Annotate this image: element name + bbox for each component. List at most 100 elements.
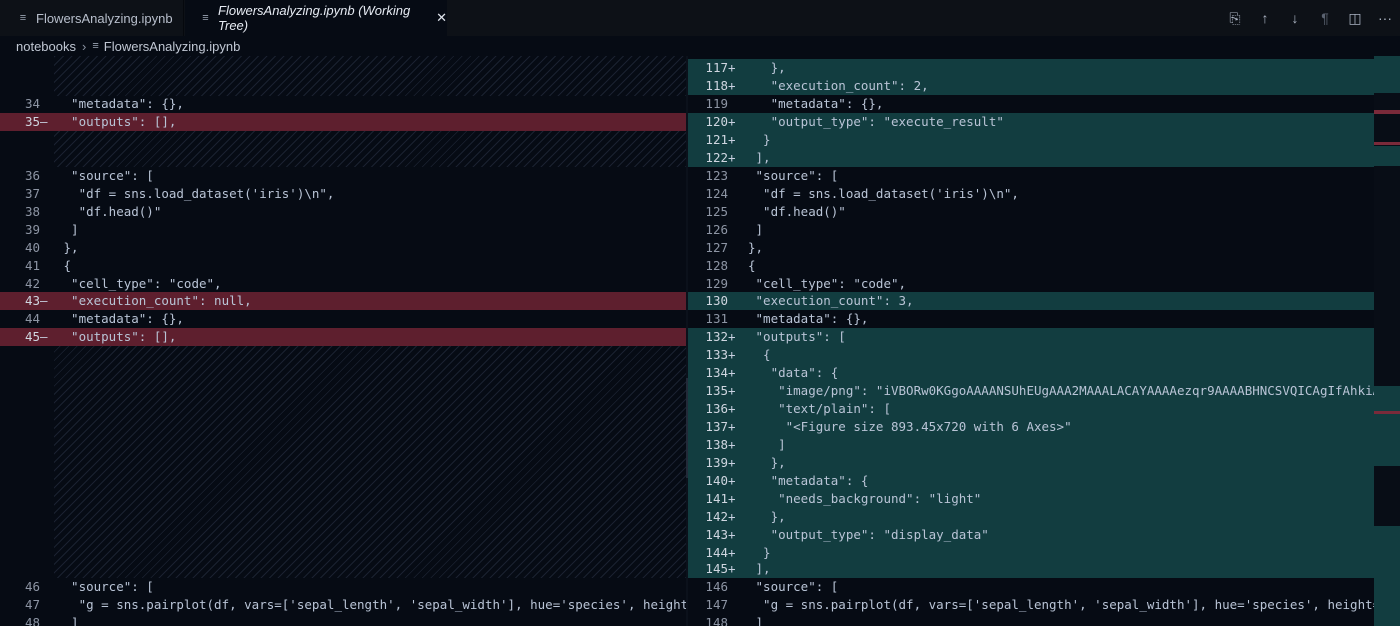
diff-filler	[54, 346, 686, 578]
line-code: },	[748, 455, 786, 470]
line-code: "output_type": "display_data"	[748, 527, 989, 542]
tab-original-file[interactable]: ≡ FlowersAnalyzing.ipynb	[0, 0, 184, 36]
inserted-marker: +	[728, 491, 736, 506]
diff-modified-pane[interactable]: 117 + }, 118 + "execution_count": 2, 119…	[688, 56, 1374, 626]
code-line-inserted: 122 + ],	[688, 149, 1374, 167]
line-code: {	[748, 347, 771, 362]
notebook-icon: ≡	[19, 12, 27, 24]
line-code: "execution_count": 2,	[748, 78, 929, 93]
more-actions-icon[interactable]: ···	[1370, 10, 1400, 26]
code-line: 48 ]	[0, 614, 686, 626]
breadcrumb-folder[interactable]: notebooks	[16, 39, 76, 54]
code-line: 131 "metadata": {},	[688, 310, 1374, 328]
line-number: 139	[705, 455, 728, 470]
code-line: 36 "source": [	[0, 167, 686, 185]
line-code: "g = sns.pairplot(df, vars=['sepal_lengt…	[56, 597, 686, 612]
inserted-marker: +	[728, 150, 736, 165]
code-line-inserted: 133 + {	[688, 346, 1374, 364]
line-code: {	[56, 258, 72, 273]
ruler-delete-mark	[1374, 142, 1400, 145]
code-line-inserted: 137 + "<Figure size 893.45x720 with 6 Ax…	[688, 418, 1374, 436]
close-icon[interactable]: ✕	[436, 10, 447, 26]
line-number: 120	[705, 114, 728, 129]
code-line-inserted: 134 + "data": {	[688, 364, 1374, 382]
code-line-inserted: 118 + "execution_count": 2,	[688, 77, 1374, 95]
line-number: 130	[705, 293, 728, 308]
line-code: "metadata": {},	[56, 96, 184, 111]
line-code: ]	[748, 615, 764, 626]
code-line: 123 "source": [	[688, 167, 1374, 185]
line-code: ]	[748, 437, 786, 452]
line-number: 126	[705, 222, 728, 237]
open-file-icon[interactable]: ⎘	[1220, 10, 1250, 27]
deleted-marker: —	[40, 114, 48, 129]
line-number: 45	[24, 329, 40, 344]
ruler-delete-mark	[1374, 110, 1400, 114]
line-number: 37	[24, 186, 40, 201]
line-code: "output_type": "execute_result"	[748, 114, 1004, 129]
inserted-marker: +	[728, 365, 736, 380]
line-number: 122	[705, 150, 728, 165]
line-number: 119	[705, 96, 728, 111]
line-code: "cell_type": "code",	[56, 276, 222, 291]
code-line-inserted: 141 + "needs_background": "light"	[688, 490, 1374, 508]
notebook-icon: ≡	[92, 40, 99, 52]
code-line-inserted: 121 + }	[688, 131, 1374, 149]
code-line-inserted: 143 + "output_type": "display_data"	[688, 526, 1374, 544]
code-line-inserted: 132 + "outputs": [	[688, 328, 1374, 346]
tab-working-tree[interactable]: ≡ FlowersAnalyzing.ipynb (Working Tree) …	[185, 0, 447, 36]
line-number: 135	[705, 383, 728, 398]
line-number: 127	[705, 240, 728, 255]
line-code: "metadata": {},	[56, 311, 184, 326]
line-code: "df.head()"	[748, 204, 846, 219]
line-code: ]	[56, 615, 79, 626]
code-line-inserted: 138 + ]	[688, 436, 1374, 454]
line-number: 131	[705, 311, 728, 326]
line-code: "source": [	[56, 168, 154, 183]
code-line: 34 "metadata": {},	[0, 95, 686, 113]
code-line-inserted: 145 + ],	[688, 560, 1374, 578]
inserted-marker: +	[728, 509, 736, 524]
line-number: 146	[705, 579, 728, 594]
chevron-right-icon: ›	[82, 38, 87, 54]
line-code: "source": [	[748, 168, 839, 183]
line-number: 118	[705, 78, 728, 93]
overview-ruler[interactable]	[1374, 56, 1400, 626]
code-line-deleted: 43 — "execution_count": null,	[0, 292, 686, 310]
line-number: 41	[24, 258, 40, 273]
code-line-deleted: 45 — "outputs": [],	[0, 328, 686, 346]
line-number: 34	[24, 96, 40, 111]
code-line-inserted: 136 + "text/plain": [	[688, 400, 1374, 418]
code-line: 147 "g = sns.pairplot(df, vars=['sepal_l…	[688, 596, 1374, 614]
next-change-icon[interactable]: ↓	[1280, 10, 1310, 26]
line-number: 46	[24, 579, 40, 594]
diff-original-pane[interactable]: 34 "metadata": {}, 35 — "outputs": [], 3…	[0, 56, 686, 626]
line-number: 125	[705, 204, 728, 219]
code-line-inserted: 135 + "image/png": "iVBORw0KGgoAAAANSUhE…	[688, 382, 1374, 400]
line-code: "image/png": "iVBORw0KGgoAAAANSUhEUgAAA2…	[748, 383, 1374, 398]
line-number: 141	[705, 491, 728, 506]
inserted-marker: +	[728, 114, 736, 129]
code-line: 38 "df.head()"	[0, 203, 686, 221]
line-number: 137	[705, 419, 728, 434]
line-code: "metadata": {},	[748, 96, 884, 111]
line-code: "outputs": [	[748, 329, 846, 344]
deleted-marker: —	[40, 293, 48, 308]
breadcrumb-file[interactable]: FlowersAnalyzing.ipynb	[104, 39, 241, 54]
line-number: 143	[705, 527, 728, 542]
code-line: 124 "df = sns.load_dataset('iris')\n",	[688, 185, 1374, 203]
ruler-insert-mark	[1374, 526, 1400, 626]
line-number: 134	[705, 365, 728, 380]
tab-bar: ≡ FlowersAnalyzing.ipynb ≡ FlowersAnalyz…	[0, 0, 1400, 36]
ruler-insert-mark	[1374, 56, 1400, 93]
line-number: 145	[705, 561, 728, 576]
line-number: 140	[705, 473, 728, 488]
previous-change-icon[interactable]: ↑	[1250, 10, 1280, 26]
line-code: "df = sns.load_dataset('iris')\n",	[56, 186, 335, 201]
line-number: 133	[705, 347, 728, 362]
line-code: ],	[748, 561, 771, 576]
whitespace-toggle-icon[interactable]: ¶	[1310, 10, 1340, 26]
line-number: 40	[24, 240, 40, 255]
line-number: 39	[24, 222, 40, 237]
split-editor-icon[interactable]: ◫	[1340, 10, 1370, 27]
